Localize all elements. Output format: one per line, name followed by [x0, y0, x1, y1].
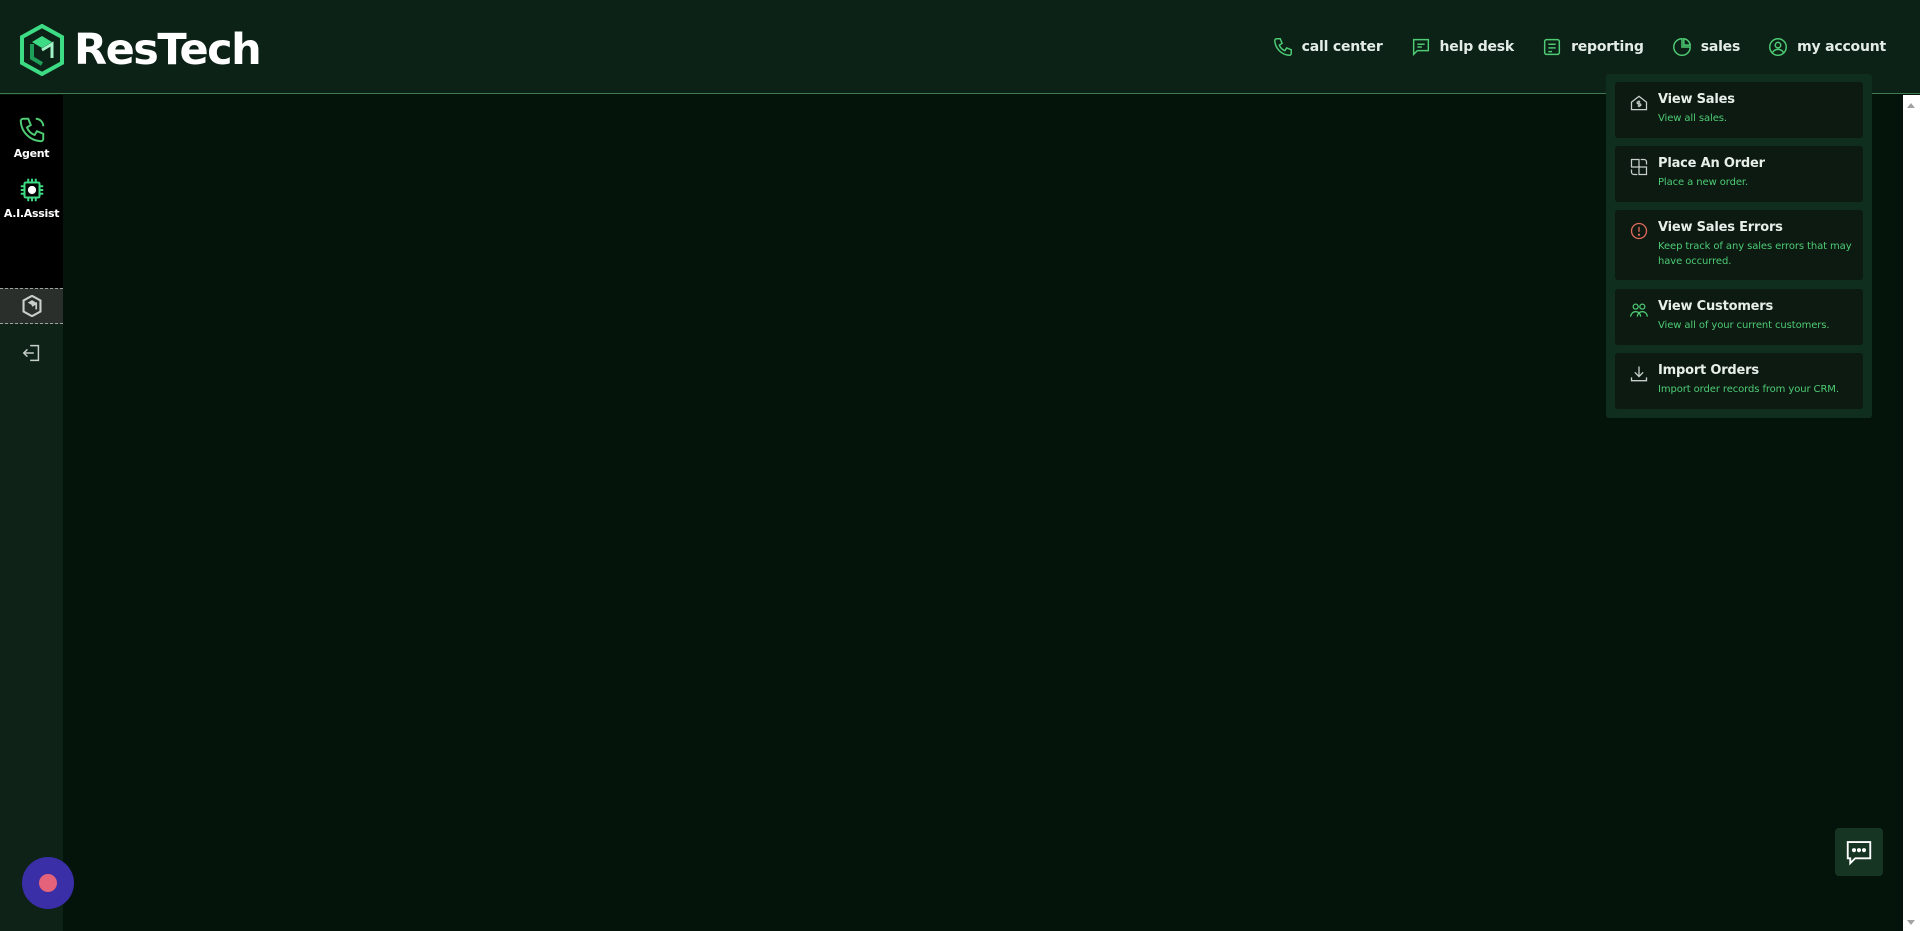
chat-widget-button[interactable] [1835, 828, 1883, 876]
pie-chart-icon [1672, 37, 1691, 56]
menu-item-description: View all sales. [1658, 113, 1727, 124]
record-dot-icon [39, 874, 57, 892]
menu-item-view-sales-errors[interactable]: View Sales Errors Keep track of any sale… [1615, 210, 1863, 280]
menu-item-place-order[interactable]: Place An Order Place a new order. [1615, 146, 1863, 202]
menu-item-title: Import Orders [1658, 363, 1759, 378]
chat-bubble-icon [1846, 841, 1872, 866]
sidebar-item-ai-assist[interactable]: A.I.Assist [0, 175, 63, 220]
menu-item-description: Keep track of any sales errors that may … [1658, 241, 1852, 267]
chip-icon [20, 178, 43, 202]
nav-label: sales [1700, 39, 1741, 55]
download-icon [1630, 366, 1648, 382]
nav-sales[interactable]: sales [1671, 36, 1740, 58]
brand-name: ResTech [74, 25, 262, 75]
sidebar-item-label: Agent [13, 147, 50, 160]
left-sidebar: Agent A.I.Assist [0, 95, 63, 931]
scroll-down-icon[interactable] [1907, 920, 1915, 925]
sidebar-widget-toggle[interactable] [0, 288, 63, 324]
nav-label: reporting [1571, 39, 1644, 55]
brand-logo[interactable]: ResTech [20, 24, 262, 76]
sidebar-item-label: A.I.Assist [3, 207, 60, 220]
menu-item-title: View Sales [1658, 92, 1735, 107]
menu-item-view-sales[interactable]: View Sales View all sales. [1615, 82, 1863, 138]
record-button[interactable] [22, 857, 74, 909]
nav-label: help desk [1439, 39, 1515, 55]
nav-my-account[interactable]: my account [1767, 36, 1886, 58]
menu-item-view-customers[interactable]: View Customers View all of your current … [1615, 289, 1863, 345]
sidebar-item-agent[interactable]: Agent [0, 115, 63, 160]
nav-call-center[interactable]: call center [1272, 36, 1383, 58]
restech-logo-icon [20, 24, 64, 76]
alert-circle-icon [1630, 222, 1648, 240]
sales-dropdown-menu: View Sales View all sales. Place An Orde… [1606, 74, 1872, 418]
user-circle-icon [1769, 38, 1788, 56]
menu-item-description: Import order records from your CRM. [1658, 384, 1839, 395]
nav-help-desk[interactable]: help desk [1410, 36, 1515, 58]
scroll-up-icon[interactable] [1907, 103, 1915, 108]
restech-logo-icon [21, 295, 42, 317]
nav-label: my account [1797, 39, 1886, 55]
phone-icon [1273, 38, 1292, 56]
menu-item-description: Place a new order. [1658, 177, 1749, 188]
message-square-icon [1412, 38, 1429, 57]
nav-label: call center [1301, 39, 1383, 55]
sidebar-tools: Agent A.I.Assist [0, 95, 63, 288]
users-icon [1630, 303, 1648, 317]
logout-button[interactable] [0, 339, 63, 367]
menu-item-title: View Sales Errors [1658, 220, 1783, 235]
menu-item-import-orders[interactable]: Import Orders Import order records from … [1615, 353, 1863, 409]
main-nav: call center help desk reporting sales my… [1245, 36, 1886, 58]
nav-reporting[interactable]: reporting [1541, 36, 1644, 58]
phone-icon [19, 117, 44, 143]
menu-item-title: View Customers [1658, 299, 1774, 314]
menu-item-title: Place An Order [1658, 156, 1765, 171]
vertical-scrollbar[interactable] [1903, 95, 1920, 931]
logout-icon [22, 344, 39, 362]
menu-item-description: View all of your current customers. [1658, 320, 1830, 331]
report-icon [1543, 38, 1561, 56]
order-icon [1630, 158, 1648, 176]
house-dollar-icon [1630, 95, 1648, 111]
